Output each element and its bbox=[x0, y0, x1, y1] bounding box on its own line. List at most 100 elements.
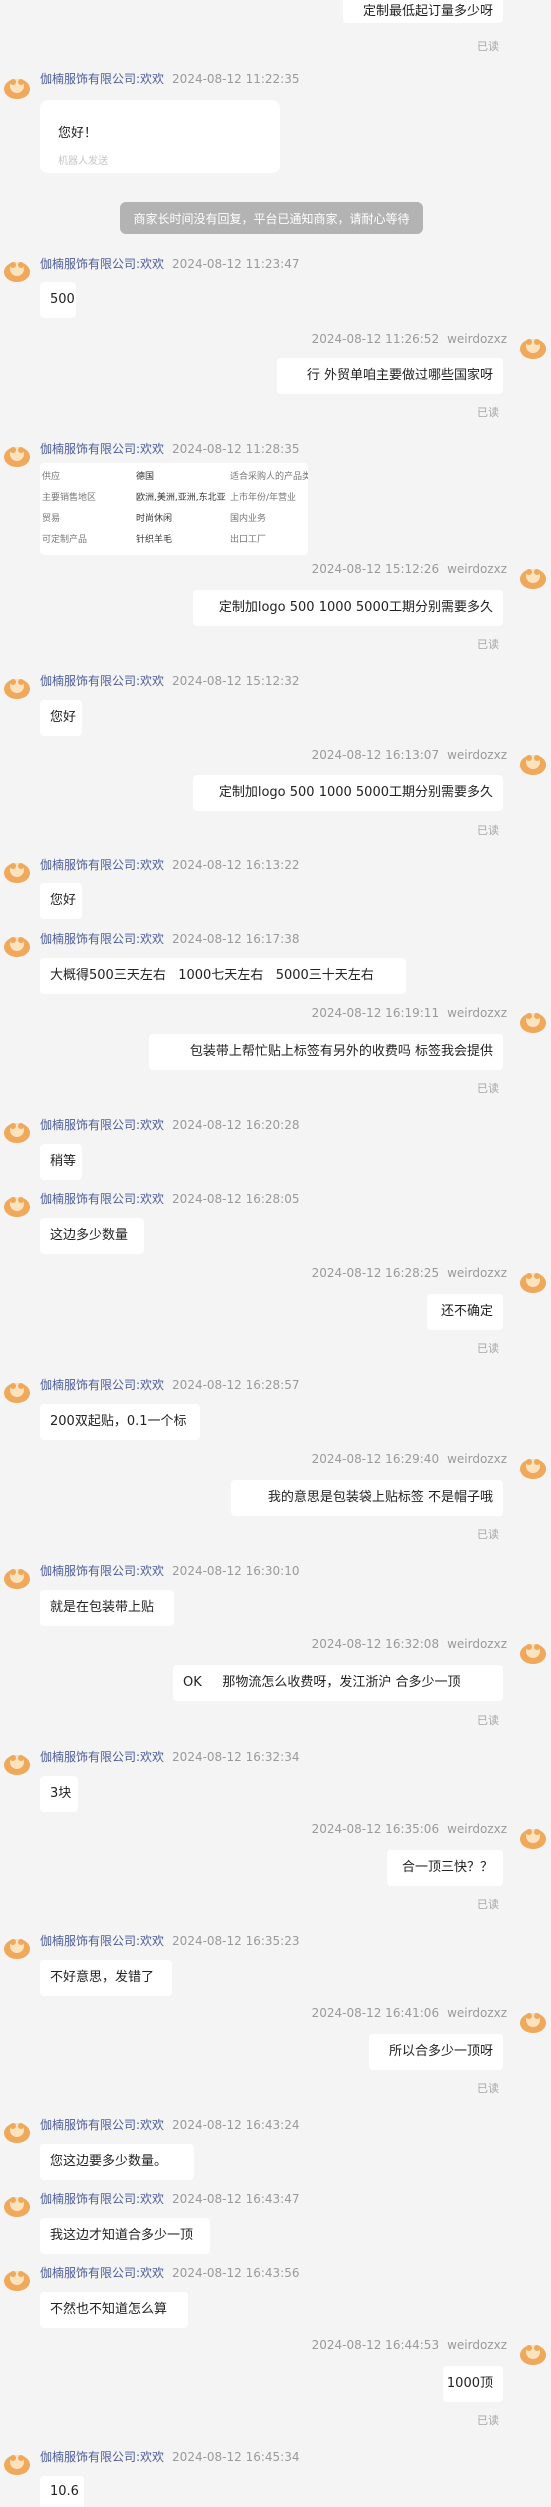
seller-avatar-icon bbox=[4, 1383, 30, 1403]
sender-name: 伽楠服饰有限公司:欢欢 bbox=[40, 257, 165, 271]
seller-avatar-icon bbox=[4, 679, 30, 699]
user-avatar-icon bbox=[520, 1013, 546, 1033]
user-avatar-icon bbox=[520, 1459, 546, 1479]
seller-avatar-icon bbox=[4, 2455, 30, 2475]
timestamp: 2024-08-12 11:28:35 bbox=[172, 442, 300, 456]
sender-name: 伽楠服饰有限公司:欢欢 bbox=[40, 1192, 165, 1206]
card-cell: 可定制产品 bbox=[42, 535, 88, 545]
card-cell: 贸易 bbox=[42, 514, 61, 524]
user-avatar-icon bbox=[520, 755, 546, 775]
company-info-grid: 供应 德国 适合采购人的产品类型 主要销售地区 欧洲,美洲,亚洲,东北亚 上市年… bbox=[40, 469, 308, 545]
message-meta: 伽楠服饰有限公司:欢欢 2024-08-12 16:13:22 bbox=[40, 856, 300, 873]
message-bubble-outgoing: OK 那物流怎么收费呀，发江浙沪 合多少一顶 bbox=[173, 1665, 503, 1701]
timestamp: 2024-08-12 16:29:40 bbox=[311, 1452, 440, 1466]
seller-avatar-icon bbox=[4, 1197, 30, 1217]
message-bubble-outgoing: 1000顶 bbox=[443, 2366, 503, 2402]
sender-name: 伽楠服饰有限公司:欢欢 bbox=[40, 2118, 165, 2132]
timestamp: 2024-08-12 16:17:38 bbox=[172, 932, 300, 946]
message-bubble-outgoing: 定制加logo 500 1000 5000工期分别需要多久 bbox=[193, 590, 503, 626]
user-name: weirdozxz bbox=[447, 2338, 507, 2352]
message-meta: 2024-08-12 16:13:07 weirdozxz bbox=[312, 748, 507, 762]
message-bubble-incoming: 我这边才知道合多少一顶 bbox=[40, 2218, 210, 2254]
timestamp: 2024-08-12 16:43:24 bbox=[172, 2118, 300, 2132]
message-meta: 伽楠服饰有限公司:欢欢 2024-08-12 11:28:35 bbox=[40, 440, 300, 457]
seller-avatar-icon bbox=[4, 262, 30, 282]
sender-name: 伽楠服饰有限公司:欢欢 bbox=[40, 1378, 165, 1392]
timestamp: 2024-08-12 15:12:32 bbox=[172, 674, 300, 688]
sender-name: 伽楠服饰有限公司:欢欢 bbox=[40, 2450, 165, 2464]
timestamp: 2024-08-12 16:28:05 bbox=[172, 1192, 300, 1206]
seller-avatar-icon bbox=[4, 1569, 30, 1589]
message-meta: 伽楠服饰有限公司:欢欢 2024-08-12 16:45:34 bbox=[40, 2448, 300, 2465]
timestamp: 2024-08-12 16:43:56 bbox=[172, 2266, 300, 2280]
timestamp: 2024-08-12 11:23:47 bbox=[172, 257, 300, 271]
message-bubble-incoming: 不然也不知道怎么算 bbox=[40, 2292, 188, 2328]
greeting-bubble: 您好！ 机器人发送 bbox=[40, 100, 280, 173]
message-meta: 伽楠服饰有限公司:欢欢 2024-08-12 11:23:47 bbox=[40, 255, 300, 272]
message-bubble-outgoing: 行 外贸单咱主要做过哪些国家呀 bbox=[277, 358, 503, 394]
user-name: weirdozxz bbox=[447, 1266, 507, 1280]
read-receipt: 已读 bbox=[477, 638, 499, 651]
card-cell: 适合采购人的产品类型 bbox=[230, 472, 308, 482]
card-cell: 时尚休闲 bbox=[136, 514, 173, 524]
card-cell: 上市年份/年营业 bbox=[230, 493, 297, 503]
seller-avatar-icon bbox=[4, 1123, 30, 1143]
card-cell: 供应 bbox=[42, 472, 61, 482]
user-avatar-icon bbox=[520, 2013, 546, 2033]
sender-name: 伽楠服饰有限公司:欢欢 bbox=[40, 1564, 165, 1578]
message-meta: 2024-08-12 15:12:26 weirdozxz bbox=[312, 562, 507, 576]
seller-avatar-icon bbox=[4, 937, 30, 957]
user-avatar-icon bbox=[520, 339, 546, 359]
card-cell: 欧洲,美洲,亚洲,东北亚 bbox=[136, 493, 226, 503]
message-bubble-outgoing: 定制加logo 500 1000 5000工期分别需要多久 bbox=[193, 775, 503, 811]
company-info-card[interactable]: 供应 德国 适合采购人的产品类型 主要销售地区 欧洲,美洲,亚洲,东北亚 上市年… bbox=[40, 463, 308, 555]
message-meta: 伽楠服饰有限公司:欢欢 2024-08-12 16:35:23 bbox=[40, 1932, 300, 1949]
message-meta: 伽楠服饰有限公司:欢欢 2024-08-12 16:20:28 bbox=[40, 1116, 300, 1133]
seller-avatar-icon bbox=[4, 2197, 30, 2217]
sender-name: 伽楠服饰有限公司:欢欢 bbox=[40, 674, 165, 688]
message-bubble-incoming: 您好 bbox=[40, 883, 82, 919]
user-name: weirdozxz bbox=[447, 562, 507, 576]
message-meta: 伽楠服饰有限公司:欢欢 2024-08-12 16:28:05 bbox=[40, 1190, 300, 1207]
timestamp: 2024-08-12 16:19:11 bbox=[311, 1006, 440, 1020]
message-bubble-incoming: 10.6 bbox=[40, 2476, 84, 2507]
message-bubble-outgoing: 定制最低起订量多少呀 bbox=[343, 0, 503, 23]
message-bubble-incoming: 大概得500三天左右 1000七天左右 5000三十天左右 bbox=[40, 958, 406, 994]
message-meta: 2024-08-12 16:29:40 weirdozxz bbox=[312, 1452, 507, 1466]
timestamp: 2024-08-12 16:35:23 bbox=[172, 1934, 300, 1948]
timestamp: 2024-08-12 11:26:52 bbox=[311, 332, 440, 346]
sender-name: 伽楠服饰有限公司:欢欢 bbox=[40, 932, 165, 946]
user-avatar-icon bbox=[520, 569, 546, 589]
message-bubble-incoming: 200双起贴，0.1一个标 bbox=[40, 1404, 200, 1440]
seller-avatar-icon bbox=[4, 863, 30, 883]
message-meta: 2024-08-12 16:32:08 weirdozxz bbox=[312, 1637, 507, 1651]
message-bubble-outgoing: 所以合多少一顶呀 bbox=[369, 2034, 503, 2070]
greeting-text: 您好！ bbox=[58, 126, 98, 141]
user-avatar-icon bbox=[520, 1273, 546, 1293]
card-cell: 针织羊毛 bbox=[136, 535, 173, 545]
user-name: weirdozxz bbox=[447, 1637, 507, 1651]
read-receipt: 已读 bbox=[477, 2082, 499, 2095]
card-cell: 德国 bbox=[136, 472, 155, 482]
seller-avatar-icon bbox=[4, 2123, 30, 2143]
seller-avatar-icon bbox=[4, 1939, 30, 1959]
message-meta: 2024-08-12 16:41:06 weirdozxz bbox=[312, 2006, 507, 2020]
user-name: weirdozxz bbox=[447, 332, 507, 346]
message-bubble-incoming: 就是在包装带上贴 bbox=[40, 1590, 174, 1626]
read-receipt: 已读 bbox=[477, 824, 499, 837]
sender-name: 伽楠服饰有限公司:欢欢 bbox=[40, 2192, 165, 2206]
timestamp: 2024-08-12 16:28:57 bbox=[172, 1378, 300, 1392]
user-name: weirdozxz bbox=[447, 1006, 507, 1020]
read-receipt: 已读 bbox=[477, 2414, 499, 2427]
message-bubble-incoming: 3块 bbox=[40, 1776, 78, 1812]
seller-avatar-icon bbox=[4, 1755, 30, 1775]
message-bubble-incoming: 稍等 bbox=[40, 1144, 82, 1180]
message-bubble-incoming: 这边多少数量 bbox=[40, 1218, 144, 1254]
sender-name: 伽楠服饰有限公司:欢欢 bbox=[40, 2266, 165, 2280]
message-meta: 伽楠服饰有限公司:欢欢 2024-08-12 16:43:24 bbox=[40, 2116, 300, 2133]
message-meta: 2024-08-12 11:26:52 weirdozxz bbox=[312, 332, 507, 346]
sender-name: 伽楠服饰有限公司:欢欢 bbox=[40, 1118, 165, 1132]
message-bubble-outgoing: 包装带上帮忙贴上标签有另外的收费吗 标签我会提供 bbox=[149, 1034, 503, 1070]
message-meta: 2024-08-12 16:19:11 weirdozxz bbox=[312, 1006, 507, 1020]
card-cell: 国内业务 bbox=[230, 514, 267, 524]
